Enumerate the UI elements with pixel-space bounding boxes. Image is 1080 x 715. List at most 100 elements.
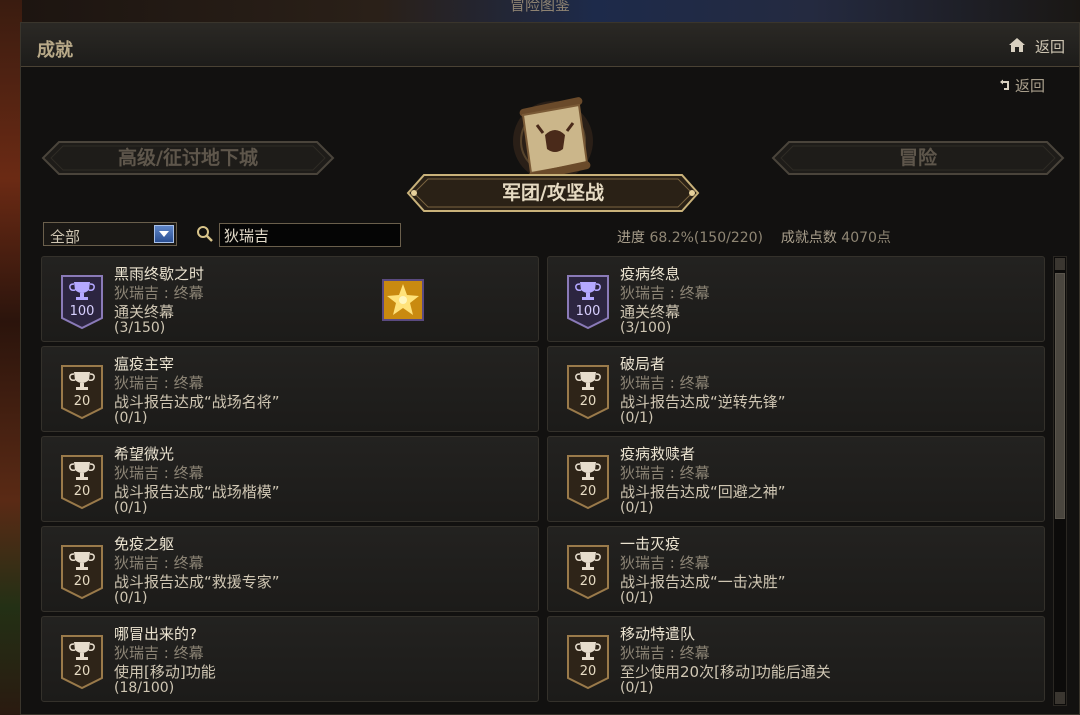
scroll-thumb[interactable] [1055,273,1065,519]
achievement-points: 20 [73,394,91,409]
achievement-description: 战斗报告达成“战场名将” [114,393,280,411]
achievement-dungeon: 狄瑞吉 : 终幕 [620,374,710,392]
points-value: 4070点 [841,230,891,246]
achievement-dungeon: 狄瑞吉 : 终幕 [114,464,204,482]
scroll-emblem-icon [513,97,593,181]
progress-summary: 进度 68.2%(150/220) 成就点数 4070点 [617,227,891,247]
achievement-description: 通关终幕 [620,303,681,321]
achievement-points: 100 [69,304,95,319]
page-title: 成就 [37,40,73,61]
achievement-progress: (0/1) [114,410,148,426]
achievement-points: 20 [73,574,91,589]
achievement-points: 20 [579,664,597,679]
achievement-name: 移动特遣队 [620,625,696,643]
search-icon [197,226,213,242]
points-label: 成就点数 [780,230,837,246]
achievement-progress: (0/1) [620,500,654,516]
achievement-description: 使用[移动]功能 [114,663,216,681]
trophy-icon [567,275,609,330]
category-tab-advanced-dungeon[interactable]: 高级/征讨地下城 [41,140,335,176]
scrollbar[interactable] [1053,256,1067,706]
achievement-points: 20 [73,664,91,679]
achievement-name: 黑雨终歇之时 [114,265,205,283]
trophy-icon [567,365,609,420]
scroll-up-button[interactable] [1055,258,1065,270]
achievement-dungeon: 狄瑞吉 : 终幕 [114,644,204,662]
achievement-name: 破局者 [620,355,666,373]
achievement-progress: (3/100) [620,320,672,336]
inner-back-button[interactable]: 返回 [998,75,1045,96]
inner-back-label: 返回 [1014,77,1045,95]
return-arrow-icon [999,79,1009,90]
achievement-progress: (0/1) [620,410,654,426]
category-right-label: 冒险 [898,147,937,169]
search-input[interactable] [219,223,401,247]
scroll-down-button[interactable] [1055,692,1065,704]
achievement-progress: (0/1) [620,590,654,606]
trophy-icon [61,545,103,600]
achievement-card[interactable]: 100 疫病终息 狄瑞吉 : 终幕 通关终幕 (3/100) [547,256,1045,342]
achievement-dungeon: 狄瑞吉 : 终幕 [114,284,204,302]
achievement-points: 20 [579,574,597,589]
achievement-dungeon: 狄瑞吉 : 终幕 [114,374,204,392]
achievement-card[interactable]: 20 瘟疫主宰 狄瑞吉 : 终幕 战斗报告达成“战场名将” (0/1) [41,346,539,432]
achievement-dungeon: 狄瑞吉 : 终幕 [620,464,710,482]
achievement-name: 瘟疫主宰 [114,355,175,373]
achievement-points: 20 [579,394,597,409]
reward-box-icon[interactable] [382,279,424,321]
progress-value: 68.2%(150/220) [649,230,764,246]
achievement-card[interactable]: 100 黑雨终歇之时 狄瑞吉 : 终幕 通关终幕 (3/150) [41,256,539,342]
achievement-card[interactable]: 20 希望微光 狄瑞吉 : 终幕 战斗报告达成“战场楷模” (0/1) [41,436,539,522]
category-filter-select[interactable]: 全部 [43,222,177,246]
category-tab-legion-raid[interactable]: 军团/攻坚战 [406,173,700,213]
achievement-name: 一击灭疫 [620,535,681,553]
achievement-description: 战斗报告达成“回避之神” [620,483,786,501]
trophy-icon [61,635,103,690]
achievement-card[interactable]: 20 移动特遣队 狄瑞吉 : 终幕 至少使用20次[移动]功能后通关 (0/1) [547,616,1045,702]
achievement-card[interactable]: 20 破局者 狄瑞吉 : 终幕 战斗报告达成“逆转先锋” (0/1) [547,346,1045,432]
achievement-card[interactable]: 20 免疫之躯 狄瑞吉 : 终幕 战斗报告达成“救援专家” (0/1) [41,526,539,612]
window-title: 冒险图鉴 [509,0,570,14]
category-center-label: 军团/攻坚战 [502,182,604,204]
achievement-description: 战斗报告达成“救援专家” [114,573,280,591]
achievement-name: 免疫之躯 [114,535,175,553]
category-tab-adventure[interactable]: 冒险 [771,140,1065,176]
achievement-dungeon: 狄瑞吉 : 终幕 [114,554,204,572]
achievement-list: 100 黑雨终歇之时 狄瑞吉 : 终幕 通关终幕 (3/150) 100 疫病终息 狄瑞吉 :… [41,256,1051,706]
achievement-panel: 成就 返回 返回 高级/征讨地下城 冒险 军团/攻坚战 全部 狄瑞吉 进度 68… [20,22,1080,715]
trophy-icon [61,275,103,330]
achievement-card[interactable]: 20 哪冒出来的? 狄瑞吉 : 终幕 使用[移动]功能 (18/100) [41,616,539,702]
category-left-label: 高级/征讨地下城 [118,147,258,169]
achievement-name: 疫病救赎者 [620,445,696,463]
achievement-progress: (0/1) [620,680,654,696]
achievement-description: 战斗报告达成“战场楷模” [114,483,280,501]
achievement-progress: (0/1) [114,500,148,516]
achievement-description: 战斗报告达成“一击决胜” [620,573,786,591]
home-back-button[interactable]: 返回 [1035,36,1065,57]
achievement-card[interactable]: 20 疫病救赎者 狄瑞吉 : 终幕 战斗报告达成“回避之神” (0/1) [547,436,1045,522]
achievement-dungeon: 狄瑞吉 : 终幕 [620,284,710,302]
achievement-dungeon: 狄瑞吉 : 终幕 [620,644,710,662]
achievement-points: 100 [575,304,601,319]
chevron-down-icon[interactable] [154,225,174,243]
achievement-points: 20 [579,484,597,499]
achievement-card[interactable]: 20 一击灭疫 狄瑞吉 : 终幕 战斗报告达成“一击决胜” (0/1) [547,526,1045,612]
achievement-points: 20 [73,484,91,499]
trophy-icon [567,455,609,510]
filter-select-value: 全部 [50,228,81,246]
achievement-description: 至少使用20次[移动]功能后通关 [620,663,831,681]
achievement-description: 通关终幕 [114,303,175,321]
home-icon[interactable] [1007,35,1027,55]
achievement-progress: (18/100) [114,680,175,696]
progress-label: 进度 [617,230,645,246]
achievement-name: 希望微光 [114,445,175,463]
achievement-progress: (3/150) [114,320,166,336]
trophy-icon [61,365,103,420]
game-background-left [0,0,22,715]
achievement-name: 哪冒出来的? [114,625,197,643]
trophy-icon [567,635,609,690]
achievement-name: 疫病终息 [620,265,681,283]
achievement-dungeon: 狄瑞吉 : 终幕 [620,554,710,572]
trophy-icon [567,545,609,600]
panel-header: 成就 返回 [21,23,1079,67]
